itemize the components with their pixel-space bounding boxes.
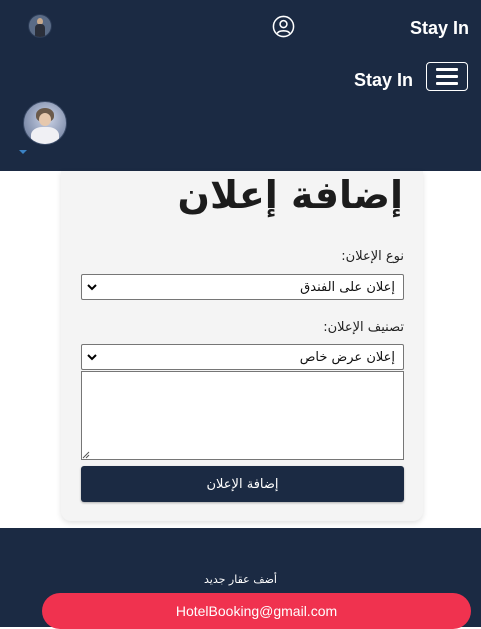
user-circle-icon[interactable] bbox=[272, 15, 295, 38]
navbar-brand[interactable]: Stay In bbox=[354, 70, 413, 91]
ad-type-selected-value: إعلان على الفندق bbox=[300, 280, 395, 295]
menu-bar bbox=[436, 82, 458, 85]
chevron-down-icon bbox=[87, 284, 97, 291]
ad-category-label: تصنيف الإعلان: bbox=[323, 320, 404, 335]
avatar-shirt bbox=[31, 127, 59, 144]
menu-bar bbox=[436, 75, 458, 78]
avatar-body bbox=[35, 24, 45, 37]
ad-type-select[interactable]: إعلان على الفندق bbox=[81, 274, 404, 300]
chevron-down-icon bbox=[87, 354, 97, 361]
small-user-avatar[interactable] bbox=[29, 15, 51, 37]
avatar-face bbox=[39, 113, 51, 126]
ad-category-selected-value: إعلان عرض خاص bbox=[299, 350, 395, 365]
ad-description-textarea[interactable] bbox=[81, 371, 404, 460]
caret-down-icon[interactable] bbox=[19, 150, 27, 154]
hamburger-menu-icon[interactable] bbox=[426, 62, 468, 91]
add-property-link[interactable]: أضف عقار جديد bbox=[0, 573, 481, 586]
menu-bar bbox=[436, 68, 458, 71]
ad-category-select[interactable]: إعلان عرض خاص bbox=[81, 344, 404, 370]
top-header: Stay In Stay In bbox=[0, 0, 481, 171]
contact-email-button[interactable]: HotelBooking@gmail.com bbox=[42, 593, 471, 629]
add-ad-form-card: إضافة إعلان نوع الإعلان: إعلان على الفند… bbox=[61, 171, 423, 521]
resize-grip-icon[interactable] bbox=[82, 451, 90, 459]
page-title: إضافة إعلان bbox=[177, 173, 403, 217]
add-ad-button[interactable]: إضافة الإعلان bbox=[81, 466, 404, 502]
profile-avatar[interactable] bbox=[23, 101, 67, 145]
brand-logo-text[interactable]: Stay In bbox=[410, 18, 469, 39]
ad-type-label: نوع الإعلان: bbox=[341, 249, 404, 264]
